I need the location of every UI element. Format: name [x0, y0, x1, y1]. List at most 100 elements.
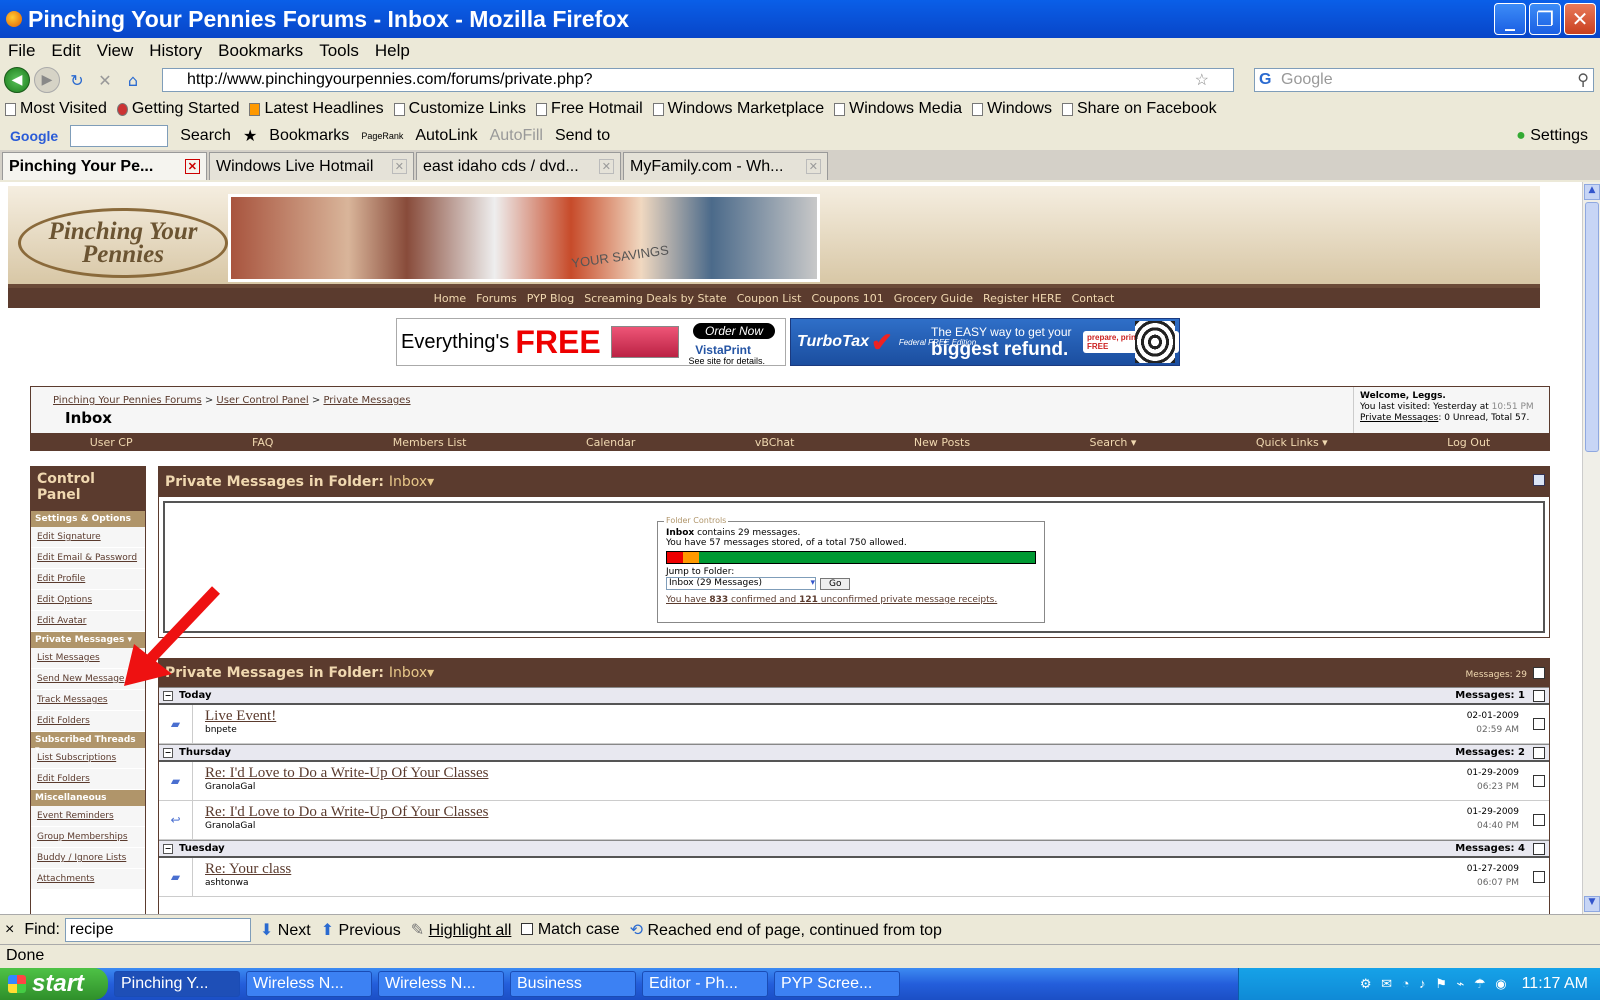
- nav-vbchat[interactable]: vBChat: [755, 436, 795, 449]
- folder-dropdown[interactable]: Inbox▾: [389, 665, 434, 681]
- collapse-group-icon[interactable]: −: [163, 843, 173, 854]
- star-icon[interactable]: ★: [237, 126, 263, 146]
- autolink-button[interactable]: AutoLink: [409, 127, 483, 145]
- group-checkbox[interactable]: [1533, 842, 1545, 855]
- tab-myfamily[interactable]: MyFamily.com - Wh... ✕: [623, 152, 828, 180]
- bookmark-item[interactable]: Customize Links: [389, 100, 531, 118]
- message-checkbox[interactable]: [1533, 775, 1545, 787]
- bookmark-item[interactable]: Windows: [967, 100, 1057, 118]
- menu-history[interactable]: History: [141, 41, 210, 61]
- message-sender[interactable]: ashtonwa: [205, 878, 291, 888]
- nav-new-posts[interactable]: New Posts: [914, 436, 970, 449]
- minimize-button[interactable]: _: [1494, 3, 1526, 35]
- find-input[interactable]: recipe: [64, 917, 251, 942]
- taskbar-item-wireless-1[interactable]: Wireless N...: [246, 971, 372, 997]
- nav-coupons-101[interactable]: Coupons 101: [811, 292, 883, 305]
- google-settings-button[interactable]: ● Settings: [1510, 127, 1594, 145]
- collapse-group-icon[interactable]: −: [163, 747, 173, 758]
- bookmark-item[interactable]: Windows Marketplace: [648, 100, 830, 118]
- nav-logout[interactable]: Log Out: [1447, 436, 1490, 449]
- taskbar-item-business[interactable]: Business: [510, 971, 636, 997]
- find-close-icon[interactable]: ×: [0, 921, 19, 939]
- maximize-button[interactable]: ❐: [1529, 3, 1561, 35]
- vertical-scrollbar[interactable]: ▲ ▼: [1582, 182, 1600, 914]
- message-checkbox[interactable]: [1533, 871, 1545, 883]
- site-logo[interactable]: Pinching Your Pennies: [18, 208, 228, 278]
- turbotax-ad[interactable]: TurboTax ✔ Federal FREE Edition The EASY…: [790, 318, 1180, 366]
- vistaprint-ad[interactable]: Everything's FREE Order Now VistaPrint S…: [396, 318, 786, 366]
- nav-coupon-list[interactable]: Coupon List: [737, 292, 802, 305]
- message-subject-link[interactable]: Re: I'd Love to Do a Write-Up Of Your Cl…: [205, 765, 488, 782]
- event-reminders-link[interactable]: Event Reminders: [31, 806, 145, 827]
- tab-pinching[interactable]: Pinching Your Pe... ✕: [2, 152, 207, 180]
- taskbar-item-editor[interactable]: Editor - Ph...: [642, 971, 768, 997]
- nav-usercp[interactable]: User CP: [90, 436, 133, 449]
- scroll-down-icon[interactable]: ▼: [1584, 896, 1600, 912]
- nav-calendar[interactable]: Calendar: [586, 436, 635, 449]
- bookmark-item[interactable]: Share on Facebook: [1057, 100, 1222, 118]
- folder-dropdown[interactable]: Inbox▾: [389, 474, 434, 490]
- message-subject-link[interactable]: Live Event!: [205, 708, 276, 725]
- find-previous-button[interactable]: ⬆ Previous: [316, 920, 406, 940]
- nav-grocery[interactable]: Grocery Guide: [894, 292, 973, 305]
- tray-icons[interactable]: ⚙ ✉ ◔ ♪ ⚑ ⌁ ☂ ◉: [1360, 976, 1510, 992]
- url-bar[interactable]: http://www.pinchingyourpennies.com/forum…: [162, 68, 1234, 92]
- edit-pm-folders-link[interactable]: Edit Folders: [31, 711, 145, 732]
- message-checkbox[interactable]: [1533, 814, 1545, 826]
- menu-view[interactable]: View: [89, 41, 142, 61]
- back-button[interactable]: ◀: [4, 67, 30, 93]
- tab-close-icon[interactable]: ✕: [391, 159, 407, 174]
- collapse-icon[interactable]: [1533, 474, 1545, 486]
- crumb-forums[interactable]: Pinching Your Pennies Forums: [53, 395, 202, 406]
- highlight-all-button[interactable]: ✎ Highlight all: [406, 920, 517, 940]
- bookmark-star-icon[interactable]: ☆: [1195, 70, 1209, 90]
- nav-register[interactable]: Register HERE: [983, 292, 1062, 305]
- start-button[interactable]: start: [0, 968, 108, 1000]
- match-case-checkbox[interactable]: Match case: [516, 921, 624, 939]
- pm-link[interactable]: Private Messages: [1360, 413, 1438, 423]
- menu-bookmarks[interactable]: Bookmarks: [210, 41, 311, 61]
- nav-deals[interactable]: Screaming Deals by State: [584, 292, 726, 305]
- home-icon[interactable]: ⌂: [122, 69, 144, 91]
- buddy-ignore-link[interactable]: Buddy / Ignore Lists: [31, 848, 145, 869]
- attachments-link[interactable]: Attachments: [31, 869, 145, 890]
- bookmark-item[interactable]: Windows Media: [829, 100, 967, 118]
- nav-contact[interactable]: Contact: [1072, 292, 1115, 305]
- window-titlebar[interactable]: Pinching Your Pennies Forums - Inbox - M…: [0, 0, 1600, 38]
- tab-close-icon[interactable]: ✕: [805, 159, 821, 174]
- tab-close-icon[interactable]: ✕: [598, 159, 614, 174]
- edit-email-link[interactable]: Edit Email & Password: [31, 548, 145, 569]
- edit-signature-link[interactable]: Edit Signature: [31, 527, 145, 548]
- subscribed-section-header[interactable]: Subscribed Threads ▾: [31, 732, 145, 755]
- nav-members[interactable]: Members List: [393, 436, 467, 449]
- close-button[interactable]: ✕: [1564, 3, 1596, 35]
- google-search-button[interactable]: Search: [174, 127, 237, 145]
- search-input[interactable]: G Google ⚲: [1254, 68, 1594, 92]
- nav-faq[interactable]: FAQ: [252, 436, 273, 449]
- tab-close-icon[interactable]: ✕: [184, 159, 200, 174]
- nav-quick-links[interactable]: Quick Links ▾: [1256, 436, 1328, 449]
- message-checkbox[interactable]: [1533, 718, 1545, 730]
- select-all-checkbox[interactable]: [1533, 667, 1545, 679]
- go-button[interactable]: Go: [820, 577, 851, 590]
- message-sender[interactable]: GranolaGal: [205, 782, 488, 792]
- bookmark-item[interactable]: Latest Headlines: [244, 100, 388, 118]
- receipts-link[interactable]: You have 833 confirmed and 121 unconfirm…: [666, 595, 1036, 605]
- sendto-button[interactable]: Send to: [549, 127, 616, 145]
- taskbar-item-wireless-2[interactable]: Wireless N...: [378, 971, 504, 997]
- taskbar-item-pyp[interactable]: PYP Scree...: [774, 971, 900, 997]
- taskbar-item-firefox[interactable]: Pinching Y...: [114, 971, 240, 997]
- message-subject-link[interactable]: Re: I'd Love to Do a Write-Up Of Your Cl…: [205, 804, 488, 821]
- bookmark-item[interactable]: Free Hotmail: [531, 100, 648, 118]
- nav-search[interactable]: Search ▾: [1090, 436, 1137, 449]
- forward-button[interactable]: ▶: [34, 67, 60, 93]
- scroll-thumb[interactable]: [1585, 202, 1599, 452]
- bookmark-item[interactable]: Most Visited: [0, 100, 112, 118]
- menu-file[interactable]: File: [0, 41, 43, 61]
- edit-sub-folders-link[interactable]: Edit Folders: [31, 769, 145, 790]
- magnifier-icon[interactable]: ⚲: [1577, 70, 1589, 90]
- stop-icon[interactable]: ✕: [94, 69, 116, 91]
- scroll-up-icon[interactable]: ▲: [1584, 184, 1600, 200]
- tab-hotmail[interactable]: Windows Live Hotmail ✕: [209, 152, 414, 180]
- tab-east-idaho[interactable]: east idaho cds / dvd... ✕: [416, 152, 621, 180]
